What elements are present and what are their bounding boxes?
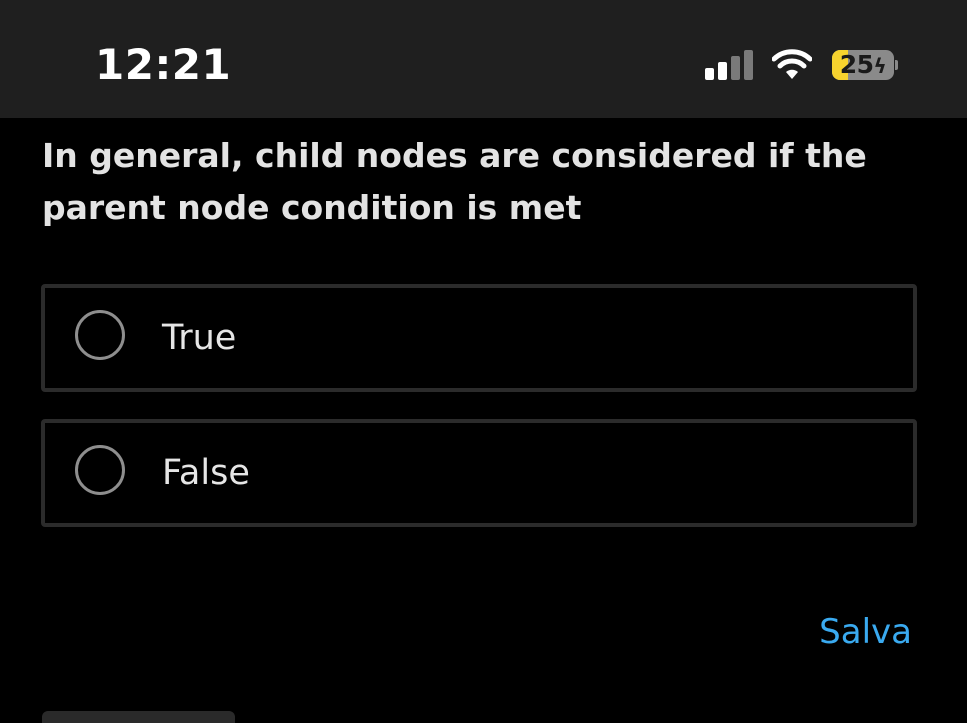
battery-body: 25ϟ [832, 50, 894, 80]
option-label: False [162, 453, 250, 493]
radio-unselected-icon[interactable] [75, 310, 125, 360]
bottom-tab-edge [42, 711, 235, 723]
wifi-icon [772, 49, 812, 79]
option-false[interactable]: False [41, 419, 917, 527]
option-label: True [162, 318, 237, 358]
cellular-signal-icon [705, 50, 753, 80]
status-bar: 12:21 25ϟ [0, 0, 967, 118]
battery-cap [895, 60, 898, 70]
save-button[interactable]: Salva [819, 612, 912, 652]
battery-level: 25 [839, 50, 874, 79]
status-time: 12:21 [95, 40, 232, 89]
radio-unselected-icon[interactable] [75, 445, 125, 495]
battery-indicator: 25ϟ [832, 50, 898, 80]
bolt-icon: ϟ [873, 54, 887, 78]
option-true[interactable]: True [41, 284, 917, 392]
battery-level-text: 25ϟ [832, 50, 894, 80]
question-text: In general, child nodes are considered i… [42, 136, 867, 227]
